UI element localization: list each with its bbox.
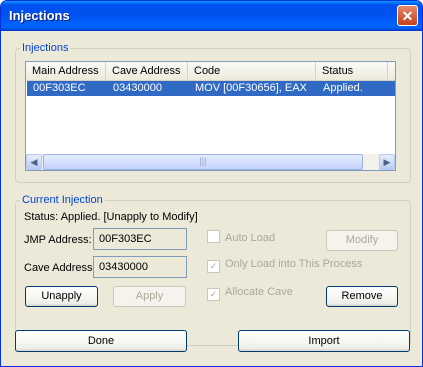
close-icon: ✕ [401,8,414,24]
cell-cave-address: 03430000 [113,82,162,94]
only-load-label: Only Load into This Process [225,258,363,270]
only-load-checkbox[interactable]: ✓ Only Load into This Process [207,258,362,273]
grip-icon: ||| [199,156,207,166]
cell-status: Applied. [323,82,363,94]
injections-window: Injections ✕ Injections Main Address Cav… [0,0,423,367]
cell-main-address: 00F303EC [33,82,86,94]
close-button[interactable]: ✕ [397,5,418,26]
horizontal-scrollbar[interactable]: ◀ ||| ▶ [26,154,395,170]
injections-group-legend: Injections [22,42,69,54]
cave-address-label: Cave Address: [24,262,96,274]
column-main-address[interactable]: Main Address [26,62,106,80]
scroll-thumb[interactable]: ||| [43,154,363,170]
dialog-content: Injections Main Address Cave Address Cod… [1,31,422,366]
unapply-button[interactable]: Unapply [25,286,98,307]
apply-button[interactable]: Apply [113,286,186,307]
current-injection-legend: Current Injection [22,194,103,206]
auto-load-checkbox[interactable]: Auto Load [207,230,275,244]
chevron-left-icon: ◀ [30,157,38,167]
chevron-right-icon: ▶ [383,157,391,167]
column-status[interactable]: Status [316,62,388,80]
import-button[interactable]: Import [238,330,410,352]
checkmark-icon: ✓ [207,288,220,301]
column-cave-address[interactable]: Cave Address [106,62,188,80]
done-button[interactable]: Done [15,330,187,352]
injections-list[interactable]: Main Address Cave Address Code Status I … [25,61,396,171]
status-text: Status: Applied. [Unapply to Modify] [24,211,198,223]
allocate-cave-label: Allocate Cave [225,286,293,298]
cell-code: MOV [00F30656], EAX [195,82,307,94]
checkbox-box [207,230,220,243]
cell-extra: F [389,81,395,96]
scroll-right-button[interactable]: ▶ [379,154,395,170]
table-row[interactable]: 00F303EC 03430000 MOV [00F30656], EAX Ap… [27,81,395,96]
list-header: Main Address Cave Address Code Status I [26,62,395,81]
jmp-address-field[interactable]: 00F303EC [93,228,187,250]
scroll-left-button[interactable]: ◀ [26,154,42,170]
window-title: Injections [9,8,70,23]
jmp-address-label: JMP Address: [24,234,92,246]
column-extra[interactable]: I [388,62,395,80]
cave-address-field[interactable]: 03430000 [93,256,187,278]
checkmark-icon: ✓ [207,260,220,273]
remove-button[interactable]: Remove [326,286,398,307]
column-code[interactable]: Code [188,62,316,80]
auto-load-label: Auto Load [225,232,276,244]
allocate-cave-checkbox[interactable]: ✓ Allocate Cave [207,286,293,301]
title-bar[interactable]: Injections ✕ [1,1,422,31]
modify-button[interactable]: Modify [326,230,398,251]
